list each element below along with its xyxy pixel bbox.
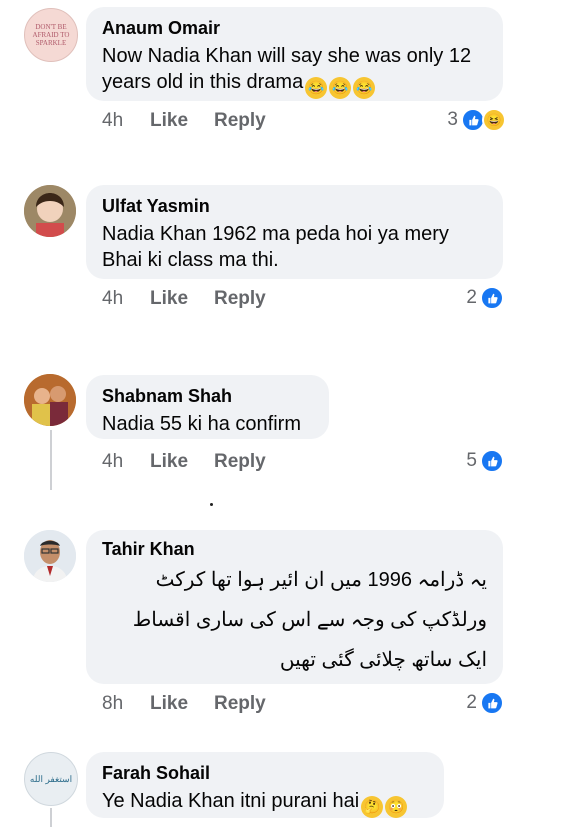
reply-button[interactable]: Reply xyxy=(214,451,266,473)
author-name[interactable]: Tahir Khan xyxy=(102,538,487,560)
avatar[interactable]: DON'T BE AFRAID TO SPARKLE xyxy=(24,8,78,62)
flushed-emoji-icon: 😳 xyxy=(385,796,408,818)
avatar[interactable] xyxy=(24,185,76,237)
comment-actions: 8h Like Reply xyxy=(102,693,266,715)
child-photo-icon xyxy=(24,185,76,237)
reply-button[interactable]: Reply xyxy=(214,288,266,310)
like-icon xyxy=(480,691,504,715)
author-name[interactable]: Farah Sohail xyxy=(102,762,428,784)
comment-text: Now Nadia Khan will say she was only 12 … xyxy=(102,43,487,99)
haha-icon: 😆 xyxy=(482,108,506,132)
thread-line xyxy=(50,808,52,827)
group-photo-icon xyxy=(24,374,76,426)
rofl-emoji-icon: 😂 xyxy=(329,77,352,99)
comment-text: Ye Nadia Khan itni purani hai 🤔 😳 xyxy=(102,788,428,818)
comment-text: Nadia 55 ki ha confirm xyxy=(102,413,301,435)
timestamp[interactable]: 4h xyxy=(102,110,150,132)
rofl-emoji-icon: 😂 xyxy=(353,77,376,99)
avatar-text: استغفر الله xyxy=(29,773,73,784)
avatar-text: DON'T BE AFRAID TO SPARKLE xyxy=(32,23,70,47)
like-icon xyxy=(480,449,504,473)
reaction-count: 2 xyxy=(466,287,477,308)
timestamp[interactable]: 4h xyxy=(102,288,150,310)
comment-actions: 4h Like Reply xyxy=(102,110,266,132)
thread-line xyxy=(50,430,52,490)
timestamp[interactable]: 8h xyxy=(102,693,150,715)
divider-dot xyxy=(210,503,213,506)
reaction-count: 5 xyxy=(466,450,477,471)
author-name[interactable]: Ulfat Yasmin xyxy=(102,195,487,217)
like-button[interactable]: Like xyxy=(150,288,214,310)
reply-button[interactable]: Reply xyxy=(214,110,266,132)
comment-actions: 4h Like Reply xyxy=(102,288,266,310)
author-name[interactable]: Shabnam Shah xyxy=(102,385,313,407)
rofl-emoji-icon: 😂 xyxy=(305,77,328,99)
reaction-summary[interactable]: 3 😆 xyxy=(447,108,506,132)
like-button[interactable]: Like xyxy=(150,451,214,473)
comment-bubble: Tahir Khan یہ ڈرامہ 1996 میں ان ائیر ہوا… xyxy=(86,530,503,684)
avatar[interactable] xyxy=(24,374,76,426)
comment-text: یہ ڈرامہ 1996 میں ان ائیر ہوا تھا کرکٹ و… xyxy=(132,569,487,671)
comment-actions: 4h Like Reply xyxy=(102,451,266,473)
like-button[interactable]: Like xyxy=(150,110,214,132)
reaction-summary[interactable]: 2 xyxy=(466,691,504,715)
reaction-summary[interactable]: 2 xyxy=(466,286,504,310)
avatar[interactable] xyxy=(24,530,76,582)
timestamp[interactable]: 4h xyxy=(102,451,150,473)
author-name[interactable]: Anaum Omair xyxy=(102,17,487,39)
comment-bubble: Farah Sohail Ye Nadia Khan itni purani h… xyxy=(86,752,444,818)
reply-button[interactable]: Reply xyxy=(214,693,266,715)
reaction-count: 3 xyxy=(447,109,458,130)
like-button[interactable]: Like xyxy=(150,693,214,715)
avatar[interactable]: استغفر الله xyxy=(24,752,78,806)
man-photo-icon xyxy=(24,530,76,582)
comment-bubble: Ulfat Yasmin Nadia Khan 1962 ma peda hoi… xyxy=(86,185,503,279)
comment-bubble: Shabnam Shah Nadia 55 ki ha confirm xyxy=(86,375,329,439)
comment-text: Nadia Khan 1962 ma peda hoi ya mery Bhai… xyxy=(102,223,449,271)
comment-bubble: Anaum Omair Now Nadia Khan will say she … xyxy=(86,7,503,101)
reaction-count: 2 xyxy=(466,692,477,713)
thinking-emoji-icon: 🤔 xyxy=(361,796,384,818)
reaction-summary[interactable]: 5 xyxy=(466,449,504,473)
like-icon xyxy=(480,286,504,310)
